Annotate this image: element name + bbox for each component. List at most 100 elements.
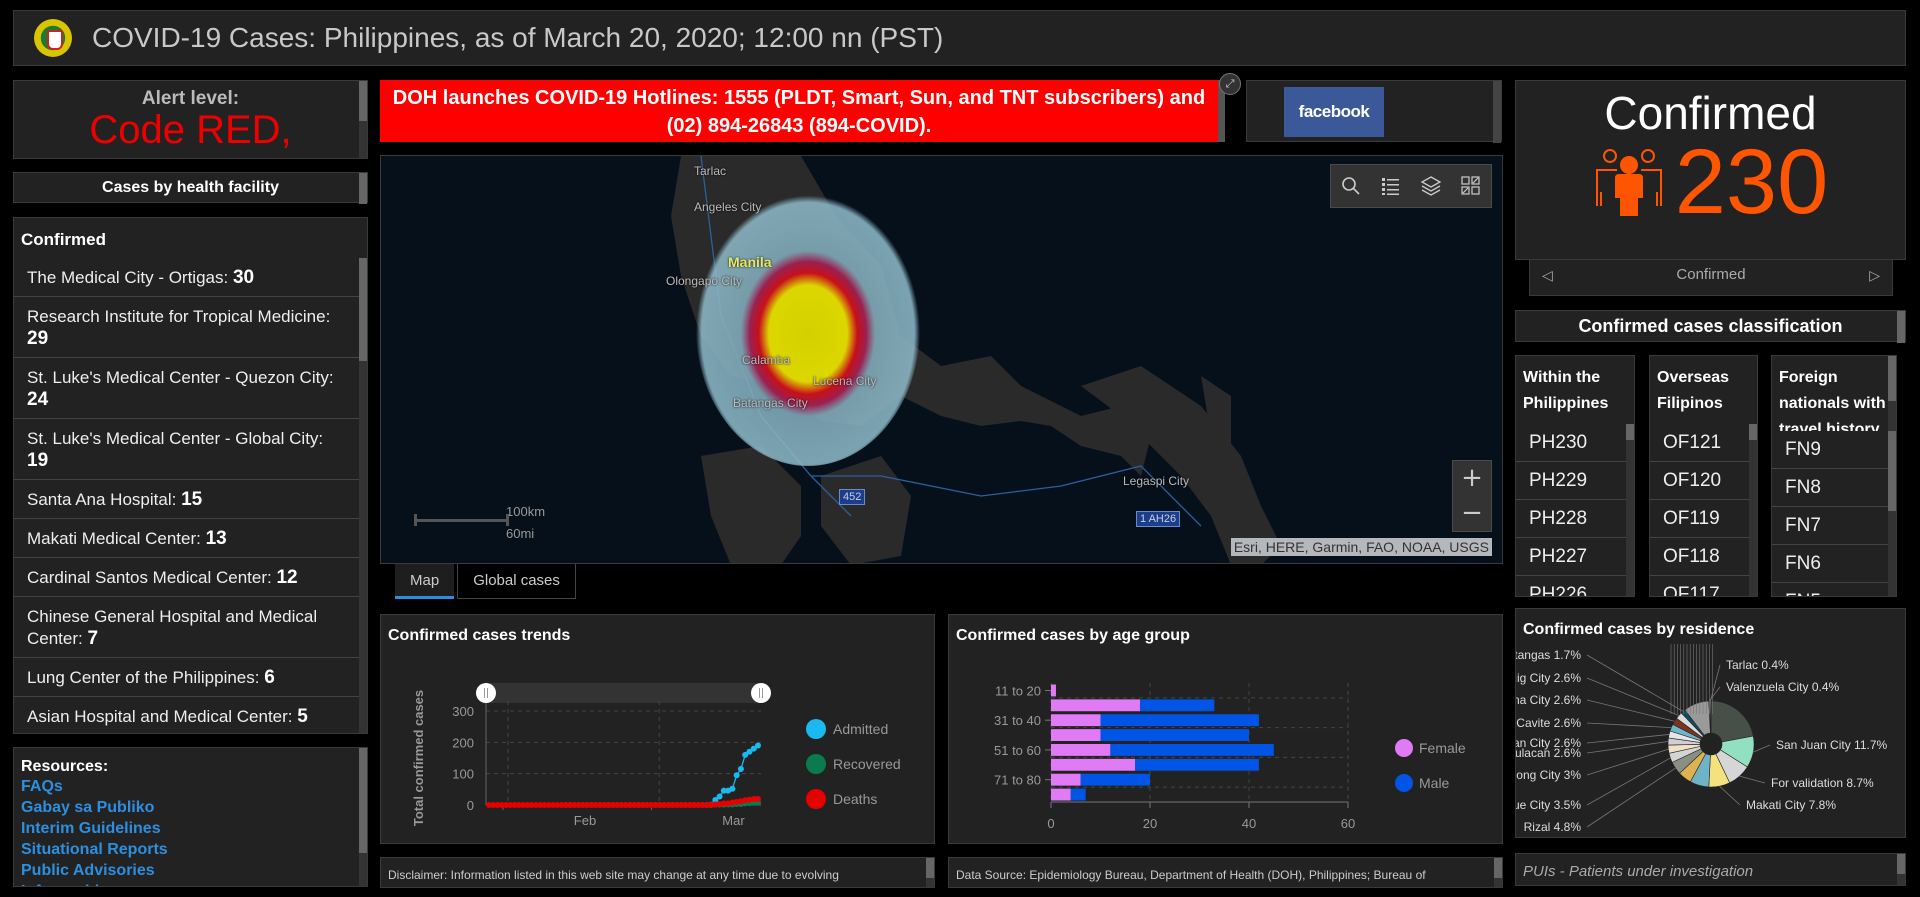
bar-male <box>1080 773 1150 786</box>
leader-line <box>1710 664 1721 702</box>
facility-name: Santa Ana Hospital: <box>27 490 177 509</box>
legend-icon[interactable] <box>1379 174 1403 198</box>
tab-map[interactable]: Map <box>395 564 455 599</box>
facility-item: St. Luke's Medical Center - Quezon City:… <box>14 358 359 419</box>
facebook-button[interactable]: facebook <box>1284 87 1384 137</box>
case-list-item[interactable]: PH226 <box>1516 576 1626 596</box>
case-list-item[interactable]: FN7 <box>1772 507 1888 545</box>
facility-name: Research Institute for Tropical Medicine… <box>27 307 331 326</box>
search-icon[interactable] <box>1339 174 1363 198</box>
zoom-out-button[interactable]: − <box>1453 496 1491 531</box>
scrollbar[interactable] <box>359 258 367 733</box>
data-point-admitted <box>729 785 736 792</box>
scrollbar[interactable] <box>1888 356 1896 596</box>
scrollbar[interactable] <box>1897 854 1905 885</box>
x-tick-label: Mar <box>722 813 745 828</box>
case-list-item[interactable]: PH227 <box>1516 538 1626 576</box>
case-list-item[interactable]: OF117 <box>1650 576 1749 596</box>
scrollbar[interactable] <box>359 748 367 886</box>
pie-label: San Juan City 11.7% <box>1776 738 1888 752</box>
column-items: PH230 PH229 PH228 PH227 PH226 <box>1516 424 1634 596</box>
leader-line <box>1719 785 1741 806</box>
scrollbar[interactable] <box>1494 858 1502 887</box>
facility-item: Cardinal Santos Medical Center: 12 <box>14 558 359 597</box>
x-tick-label: 20 <box>1143 816 1157 831</box>
scrollbar[interactable] <box>1626 424 1634 596</box>
bar-female <box>1051 714 1101 727</box>
zoom-in-button[interactable]: + <box>1453 461 1491 496</box>
range-slider-handle <box>476 683 496 703</box>
case-list-item[interactable]: PH229 <box>1516 462 1626 500</box>
classification-header: Confirmed cases classification <box>1515 310 1906 343</box>
scrollbar[interactable] <box>1897 311 1905 343</box>
pie-label: Cavite 2.6% <box>1516 716 1581 730</box>
column-title: Within the Philippines <box>1523 369 1609 412</box>
pie-label: Mandaluyong City 3% <box>1516 768 1581 782</box>
confirmed-kpi-panel: Confirmed 230 <box>1515 80 1906 260</box>
facility-items: The Medical City - Ortigas: 30 Research I… <box>14 258 367 733</box>
case-list-item[interactable]: FN9 <box>1772 431 1888 469</box>
case-list-item[interactable]: FN6 <box>1772 545 1888 583</box>
y-tick-label: 200 <box>452 735 474 750</box>
facility-item: Santa Ana Hospital: 15 <box>14 480 359 519</box>
expand-icon[interactable]: ⤢ <box>1219 73 1241 95</box>
zoom-control: + − <box>1452 460 1492 532</box>
pie-label: Tarlac 0.4% <box>1726 658 1789 672</box>
legend-label: Recovered <box>833 756 901 772</box>
resource-link[interactable]: Infographics <box>21 881 360 886</box>
resource-link[interactable]: Interim Guidelines <box>21 818 360 839</box>
map-label: Angeles City <box>694 200 762 214</box>
trends-chart-panel: Confirmed cases trends 0 100 200 300 Feb Mar T… <box>380 614 935 844</box>
case-list-item[interactable]: OF119 <box>1650 500 1749 538</box>
bar-female <box>1051 729 1101 741</box>
leader-line <box>1739 775 1766 784</box>
case-list-item[interactable]: PH228 <box>1516 500 1626 538</box>
case-list-item[interactable]: FN8 <box>1772 469 1888 507</box>
scrollbar[interactable] <box>1749 424 1757 596</box>
resource-link[interactable]: Gabay sa Publiko <box>21 797 360 818</box>
leader-line <box>1586 722 1672 729</box>
bar-female <box>1051 788 1071 801</box>
resource-link[interactable]: Situational Reports <box>21 839 360 860</box>
y-axis-label: Total confirmed cases <box>411 690 426 826</box>
kpi-row: 230 <box>1516 136 1905 228</box>
case-list-item[interactable]: OF121 <box>1650 424 1749 462</box>
case-list-item[interactable]: OF118 <box>1650 538 1749 576</box>
donut-hole <box>1700 733 1722 755</box>
trends-chart: 0 100 200 300 Feb Mar Total confirmed cases Adm… <box>411 683 901 828</box>
classification-column-ph: Within the Philippines PH230 PH229 PH228 PH… <box>1515 355 1635 597</box>
scrollbar[interactable] <box>359 81 367 158</box>
facility-item: The Medical City - Ortigas: 30 <box>14 258 359 297</box>
basemap-gallery-icon[interactable] <box>1459 174 1483 198</box>
case-list-item[interactable]: PH230 <box>1516 424 1626 462</box>
map-label: Calamba <box>742 353 791 367</box>
disclaimer-label: Disclaimer: Information listed in this w… <box>388 868 839 882</box>
facility-name: St. Luke's Medical Center - Quezon City: <box>27 368 334 387</box>
x-tick-label: 60 <box>1341 816 1355 831</box>
tab-global-cases[interactable]: Global cases <box>457 564 576 599</box>
resource-link[interactable]: Public Advisories <box>21 860 360 881</box>
leader-line <box>1586 677 1679 716</box>
age-chart: 0 20 40 60 11 to 20 31 to 40 51 to 60 71 to 80 F… <box>994 683 1466 831</box>
resource-link[interactable]: FAQs <box>21 776 360 797</box>
bar-female <box>1051 699 1141 712</box>
case-list-item[interactable]: OF120 <box>1650 462 1749 500</box>
facility-item: Chinese General Hospital and Medical Cen… <box>14 597 359 658</box>
data-point-admitted <box>716 793 723 800</box>
data-point-admitted <box>733 772 740 779</box>
scrollbar[interactable] <box>359 173 367 204</box>
scrollbar[interactable] <box>1493 81 1501 143</box>
layers-icon[interactable] <box>1419 174 1443 198</box>
people-group-icon <box>1595 149 1662 216</box>
next-arrow-icon[interactable]: ▷ <box>1869 268 1880 284</box>
leader-line <box>1586 757 1671 806</box>
map-view[interactable]: Tarlac Angeles City Olongapo City Manila… <box>380 155 1503 564</box>
y-tick-label: 51 to 60 <box>994 743 1041 758</box>
case-list-item[interactable]: FN5 <box>1772 583 1888 596</box>
prev-arrow-icon[interactable]: ◁ <box>1542 268 1553 284</box>
range-slider-track <box>486 683 761 703</box>
facility-count: 13 <box>205 528 227 549</box>
kpi-nav-label: Confirmed <box>1676 266 1746 283</box>
facility-count: 12 <box>276 567 298 588</box>
scrollbar[interactable] <box>926 858 934 887</box>
